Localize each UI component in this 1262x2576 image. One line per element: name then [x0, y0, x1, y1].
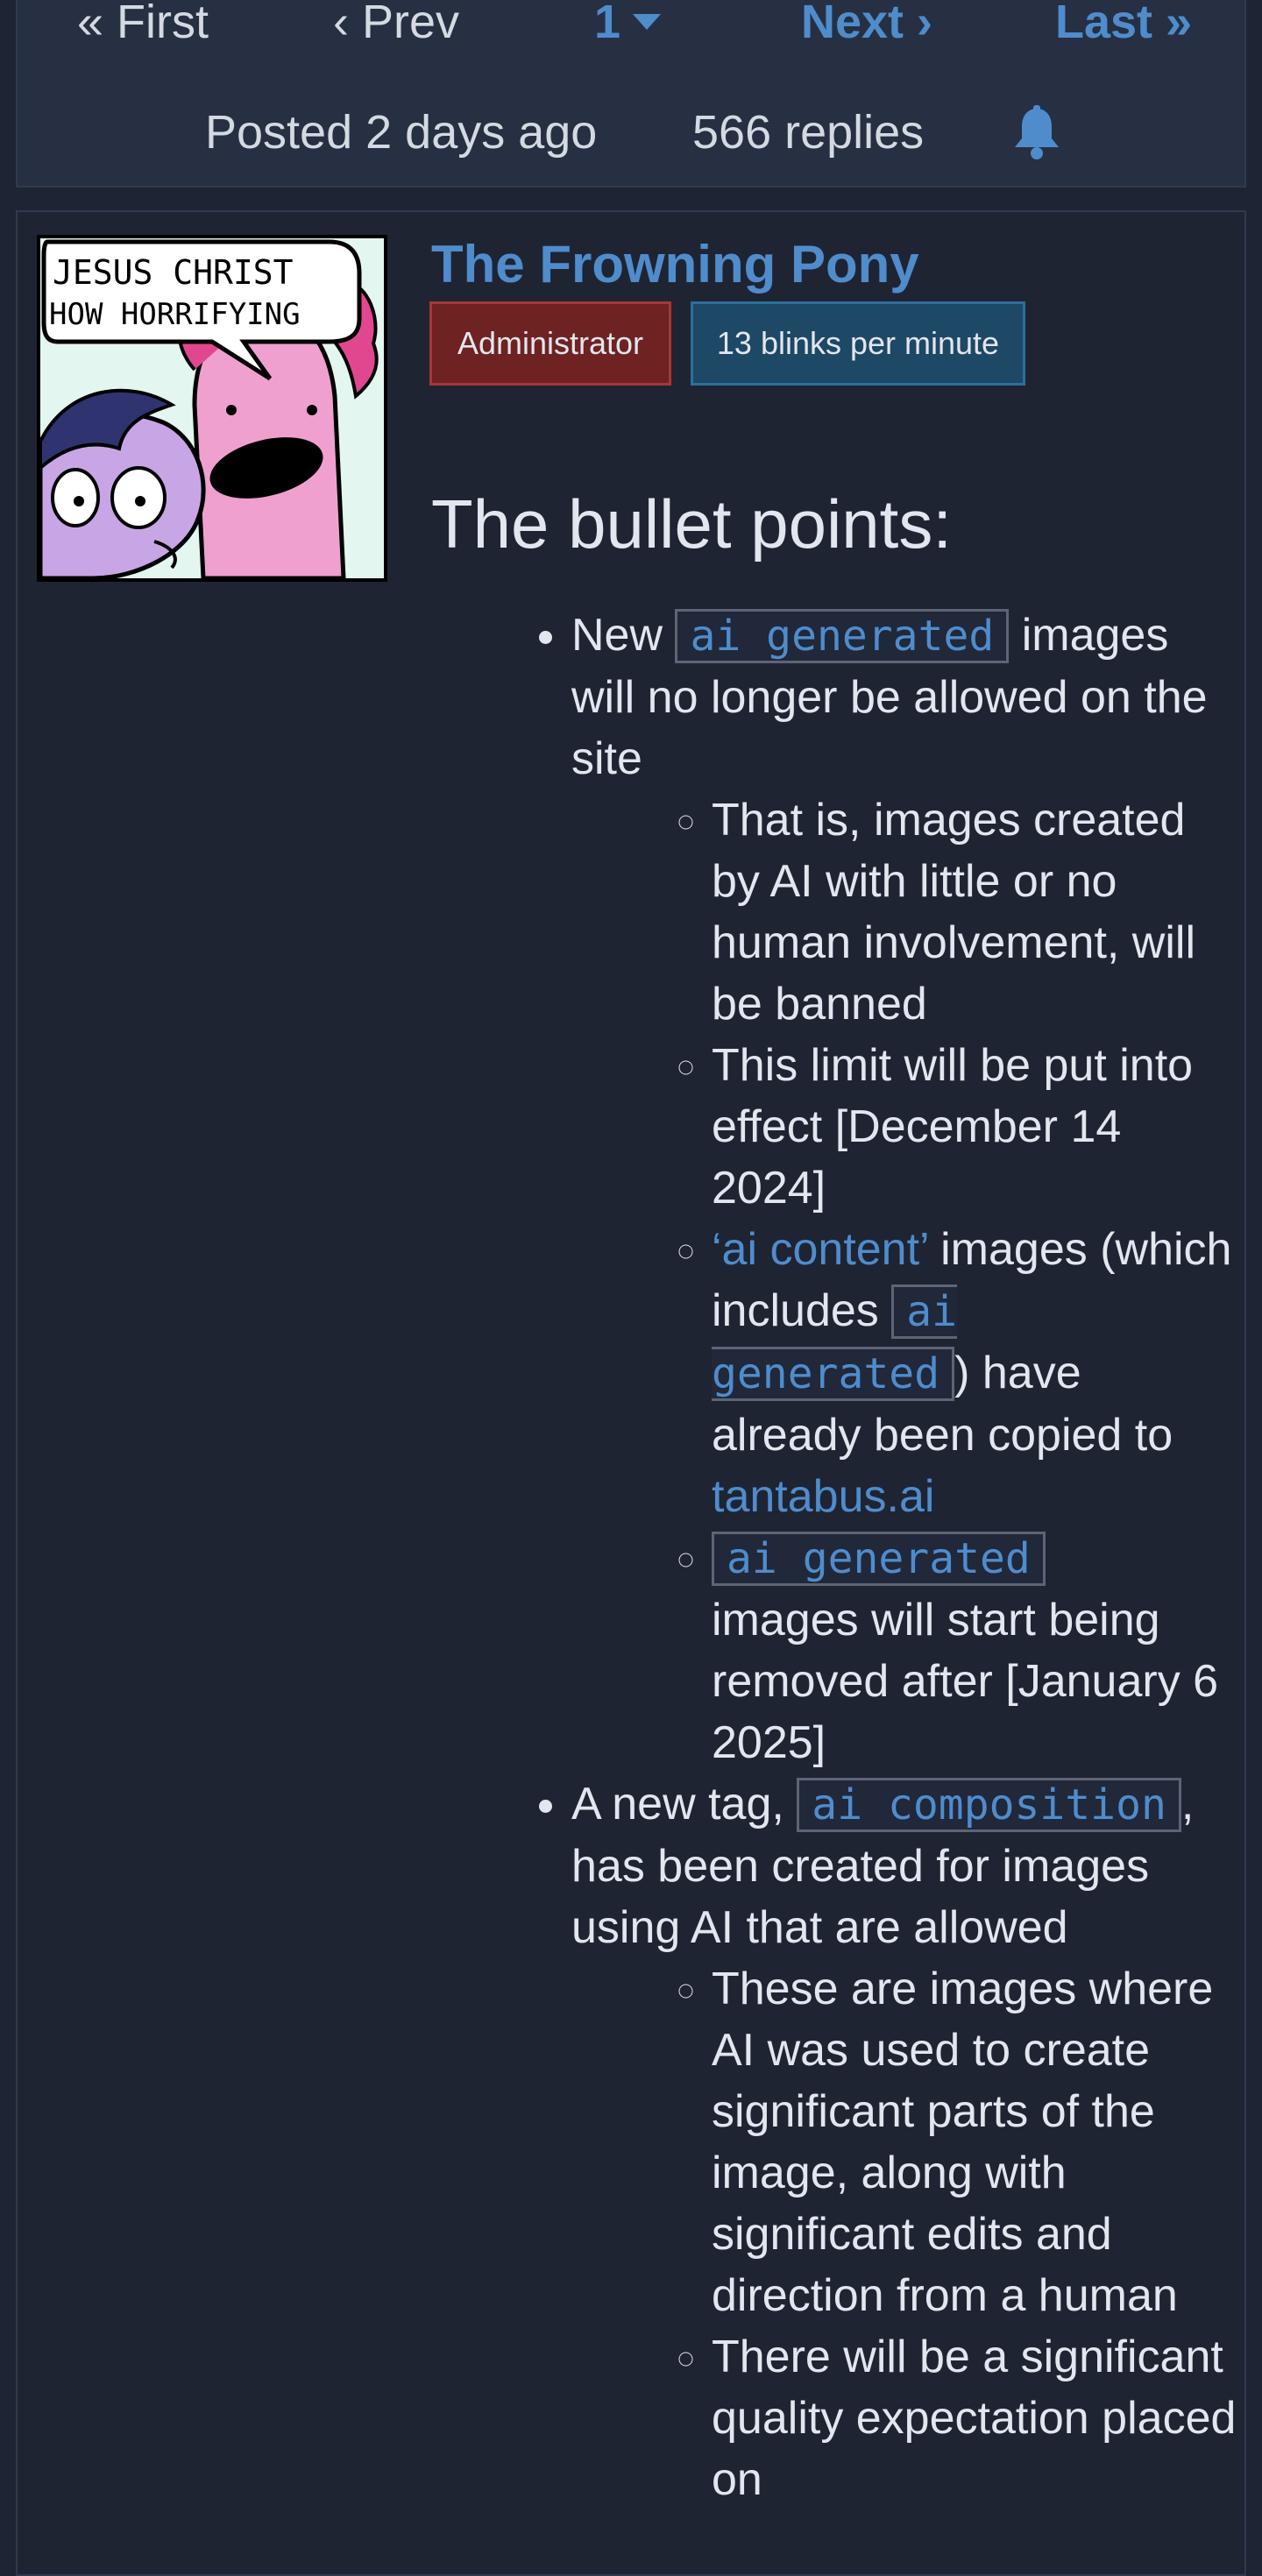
list-item: ai generated images will start being rem… [712, 1527, 1237, 1773]
post-body: New ai generated images will no longer b… [431, 605, 1237, 2510]
tag-ai-generated[interactable]: ai generated [712, 1532, 1046, 1586]
avatar-caption-line1: JESUS CHRIST [53, 253, 294, 292]
list-item: This limit will be put into effect [Dece… [712, 1035, 1237, 1219]
chevron-down-icon [633, 13, 662, 30]
bullet-text: New [571, 610, 676, 661]
list-item: ‘ai content’ images (which includes ai g… [712, 1219, 1237, 1527]
list-item: New ai generated images will no longer b… [571, 605, 1237, 1773]
bullet-text: There will be a significant quality expe… [712, 2332, 1237, 2505]
bullet-text: These are images where AI was used to cr… [712, 1964, 1214, 2321]
list-item: These are images where AI was used to cr… [712, 1958, 1237, 2326]
sub-bullet-list: That is, images created by AI with littl… [571, 789, 1237, 1773]
tantabus-link[interactable]: tantabus.ai [712, 1471, 934, 1522]
current-page-label: 1 [594, 0, 621, 48]
bullet-text: That is, images created by AI with littl… [712, 795, 1196, 1030]
ai-content-link[interactable]: ‘ai content’ [712, 1224, 928, 1275]
bullet-text: This limit will be put into effect [Dece… [712, 1040, 1194, 1214]
tag-ai-generated[interactable]: ai generated [675, 609, 1010, 663]
bell-icon[interactable] [1011, 105, 1062, 161]
author-name-link[interactable]: The Frowning Pony [431, 230, 919, 300]
tag-ai-composition[interactable]: ai composition [797, 1778, 1181, 1832]
next-page-link[interactable]: Next › [801, 0, 932, 56]
list-item: A new tag, ai composition, has been crea… [571, 1773, 1237, 2510]
administrator-badge: Administrator [429, 301, 671, 386]
reply-count: 566 replies [692, 106, 925, 159]
bullet-text: images will start being removed after [J… [712, 1595, 1219, 1768]
avatar[interactable]: JESUS CHRIST HOW HORRIFYING [37, 235, 387, 582]
last-page-link[interactable]: Last » [1055, 0, 1192, 56]
bullet-text: A new tag, [571, 1779, 798, 1829]
post-heading: The bullet points: [431, 485, 953, 563]
sub-bullet-list: These are images where AI was used to cr… [571, 1958, 1237, 2510]
list-item: There will be a significant quality expe… [712, 2326, 1237, 2510]
page-select-dropdown[interactable]: 1 [594, 0, 662, 56]
blinks-badge: 13 blinks per minute [691, 301, 1025, 386]
prev-page-link[interactable]: ‹ Prev [333, 0, 459, 56]
avatar-caption-line2: HOW HORRIFYING [49, 297, 301, 332]
posted-time: Posted 2 days ago [205, 106, 598, 159]
list-item: That is, images created by AI with littl… [712, 789, 1237, 1035]
first-page-link[interactable]: « First [77, 0, 209, 56]
bullet-list: New ai generated images will no longer b… [431, 605, 1237, 2510]
avatar-image: JESUS CHRIST HOW HORRIFYING [40, 238, 384, 578]
